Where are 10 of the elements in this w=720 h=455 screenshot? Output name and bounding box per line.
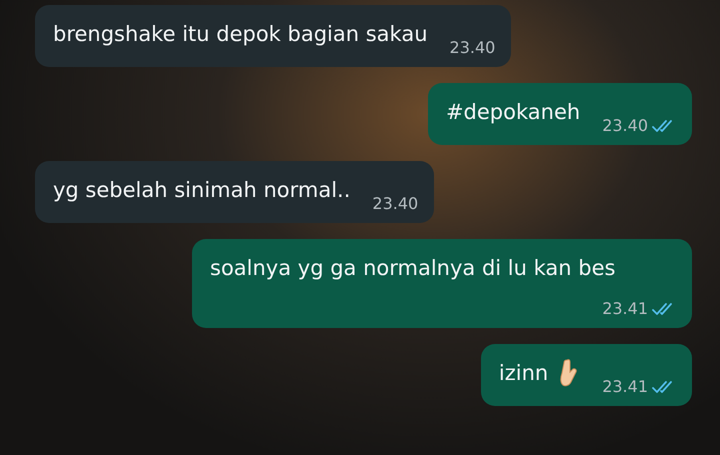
- message-time: 23.40: [372, 194, 418, 213]
- message-time: 23.41: [602, 377, 648, 396]
- message-time: 23.40: [602, 116, 648, 135]
- message-text: izinn: [498, 360, 548, 387]
- message-text: yg sebelah sinimah normal..: [53, 177, 350, 204]
- message-text: #depokaneh: [446, 99, 580, 126]
- message-text: soalnya yg ga normalnya di lu kan bes: [210, 255, 616, 282]
- message-time: 23.40: [450, 38, 496, 57]
- message-text: brengshake itu depok bagian sakau: [53, 21, 428, 48]
- message-time: 23.41: [602, 299, 648, 318]
